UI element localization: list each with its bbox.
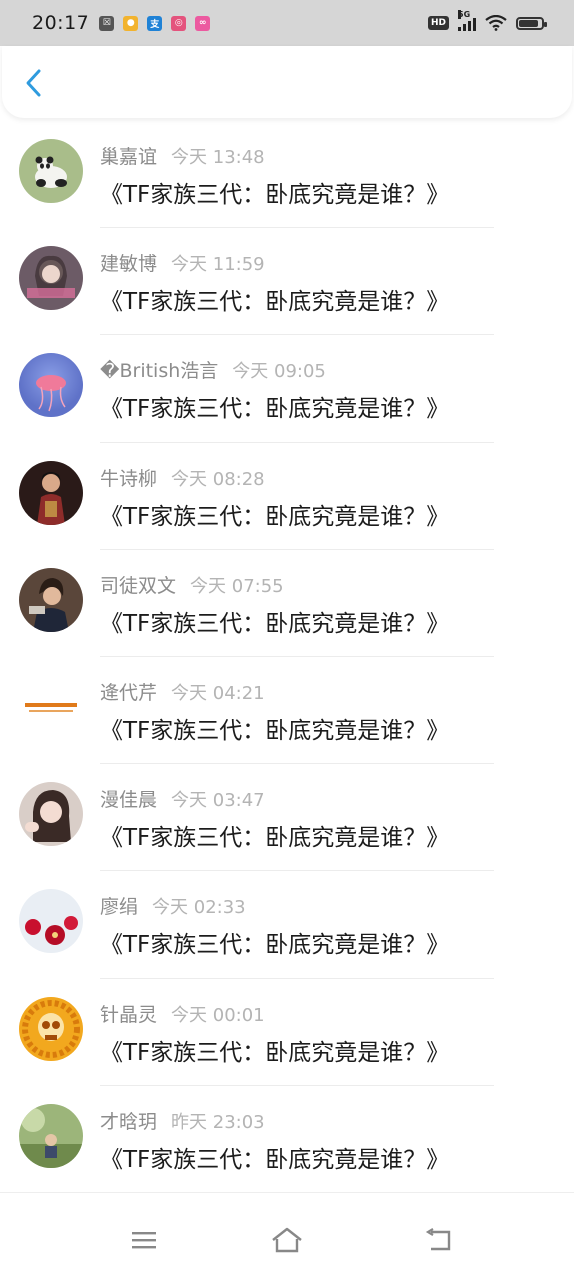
sender-name: 针晶灵 今天 00:01 — [100, 1003, 265, 1026]
avatar — [19, 460, 83, 525]
alipay-icon: 支 — [147, 15, 163, 31]
sender-name: 牛诗柳 今天 08:28 — [100, 467, 265, 490]
message-time: 今天 09:05 — [232, 361, 326, 383]
panda-avatar-icon — [19, 139, 83, 203]
message-time: 昨天 23:03 — [171, 1111, 265, 1133]
skull-avatar-icon — [19, 996, 83, 1061]
notification-icon: ☒ — [99, 15, 115, 31]
message-time: 今天 13:48 — [171, 147, 265, 168]
hd-icon: HD — [427, 16, 449, 30]
network-type: 5G — [458, 9, 471, 19]
menu-button[interactable] — [127, 1225, 161, 1255]
home-icon — [272, 1227, 302, 1253]
message-time: 今天 11:59 — [171, 254, 265, 276]
message-time: 今天 04:21 — [171, 682, 265, 704]
message-title: 《TF家族三代：卧底究竟是谁？》 — [100, 932, 450, 959]
message-time: 今天 08:28 — [171, 468, 265, 490]
message-title: 《TF家族三代：卧底究竟是谁？》 — [100, 503, 450, 530]
avatar — [19, 246, 83, 311]
status-bar: 20:17 ☒ ● 支 ◎ ∞ HD 5G — [0, 0, 574, 46]
message-title: 《TF家族三代：卧底究竟是谁？》 — [100, 610, 450, 637]
sender-name: 巢嘉谊 今天 13:48 — [100, 146, 265, 168]
back-button[interactable] — [16, 66, 50, 100]
avatar — [19, 353, 83, 418]
nature-avatar-icon — [19, 1103, 83, 1168]
message-time: 今天 03:47 — [171, 790, 265, 812]
list-item[interactable]: 巢嘉谊 今天 13:48 《TF家族三代：卧底究竟是谁？》 — [0, 121, 574, 229]
wifi-icon — [485, 15, 507, 31]
list-item[interactable]: �British浩言 今天 09:05 《TF家族三代：卧底究竟是谁？》 — [0, 335, 574, 443]
sender-name: 建敏博 今天 11:59 — [100, 253, 265, 276]
list-item[interactable]: 牛诗柳 今天 08:28 《TF家族三代：卧底究竟是谁？》 — [0, 443, 574, 550]
jellyfish-avatar-icon — [19, 353, 83, 418]
message-title: 《TF家族三代：卧底究竟是谁？》 — [100, 1039, 450, 1066]
avatar — [19, 674, 83, 739]
list-item[interactable]: 针晶灵 今天 00:01 《TF家族三代：卧底究竟是谁？》 — [0, 979, 574, 1086]
app-icon: ◎ — [171, 15, 187, 31]
sender-name: 廖绢 今天 02:33 — [100, 896, 246, 919]
menu-icon — [132, 1232, 156, 1249]
message-list: 巢嘉谊 今天 13:48 《TF家族三代：卧底究竟是谁？》 建敏博 今天 11:59… — [0, 121, 574, 1193]
list-item[interactable]: 逄代芹 今天 04:21 《TF家族三代：卧底究竟是谁？》 — [0, 657, 574, 765]
signal-icon: 5G — [458, 9, 476, 31]
sender-name: 漫佳晨 今天 03:47 — [100, 789, 265, 812]
avatar — [19, 889, 83, 954]
weibo-icon: ● — [123, 15, 139, 31]
avatar — [19, 1103, 83, 1168]
avatar — [19, 139, 83, 203]
sender-name: 逄代芹 今天 04:21 — [100, 681, 265, 704]
avatar — [19, 996, 83, 1061]
chevron-left-icon — [26, 69, 41, 97]
message-time: 今天 02:33 — [152, 897, 246, 919]
text-avatar-icon — [19, 674, 83, 739]
status-time: 20:17 — [32, 12, 90, 34]
avatar — [19, 782, 83, 847]
list-item[interactable]: 漫佳晨 今天 03:47 《TF家族三代：卧底究竟是谁？》 — [0, 764, 574, 872]
message-title: 《TF家族三代：卧底究竟是谁？》 — [100, 825, 450, 852]
sender-name: 才晗玥 昨天 23:03 — [100, 1110, 265, 1133]
girl-avatar-icon — [19, 246, 83, 311]
message-title: 《TF家族三代：卧底究竟是谁？》 — [100, 396, 450, 423]
message-time: 今天 00:01 — [171, 1004, 265, 1026]
home-button[interactable] — [270, 1225, 304, 1255]
message-time: 今天 07:55 — [190, 575, 284, 597]
girl-avatar-icon — [19, 782, 83, 847]
list-item[interactable]: 司徒双文 今天 07:55 《TF家族三代：卧底究竟是谁？》 — [0, 550, 574, 657]
message-title: 《TF家族三代：卧底究竟是谁？》 — [100, 289, 450, 316]
message-title: 《TF家族三代：卧底究竟是谁？》 — [100, 1146, 450, 1173]
message-title: 《TF家族三代：卧底究竟是谁？》 — [100, 717, 450, 744]
app-icon: ∞ — [195, 15, 211, 31]
woman-avatar-icon — [19, 460, 83, 525]
list-item[interactable]: 建敏博 今天 11:59 《TF家族三代：卧底究竟是谁？》 — [0, 228, 574, 336]
list-item[interactable]: 才晗玥 昨天 23:03 《TF家族三代：卧底究竟是谁？》 — [0, 1086, 574, 1193]
boy-avatar-icon — [19, 567, 83, 632]
battery-icon — [516, 16, 547, 30]
header-bar — [2, 46, 572, 118]
message-title: 《TF家族三代：卧底究竟是谁？》 — [100, 182, 450, 208]
system-nav-bar — [0, 1192, 574, 1281]
list-item[interactable]: 廖绢 今天 02:33 《TF家族三代：卧底究竟是谁？》 — [0, 871, 574, 979]
sender-name: �British浩言 今天 09:05 — [100, 360, 326, 383]
back-icon — [425, 1228, 451, 1251]
flower-avatar-icon — [19, 889, 83, 954]
back-nav-button[interactable] — [422, 1225, 456, 1255]
avatar — [19, 567, 83, 632]
sender-name: 司徒双文 今天 07:55 — [100, 574, 284, 597]
